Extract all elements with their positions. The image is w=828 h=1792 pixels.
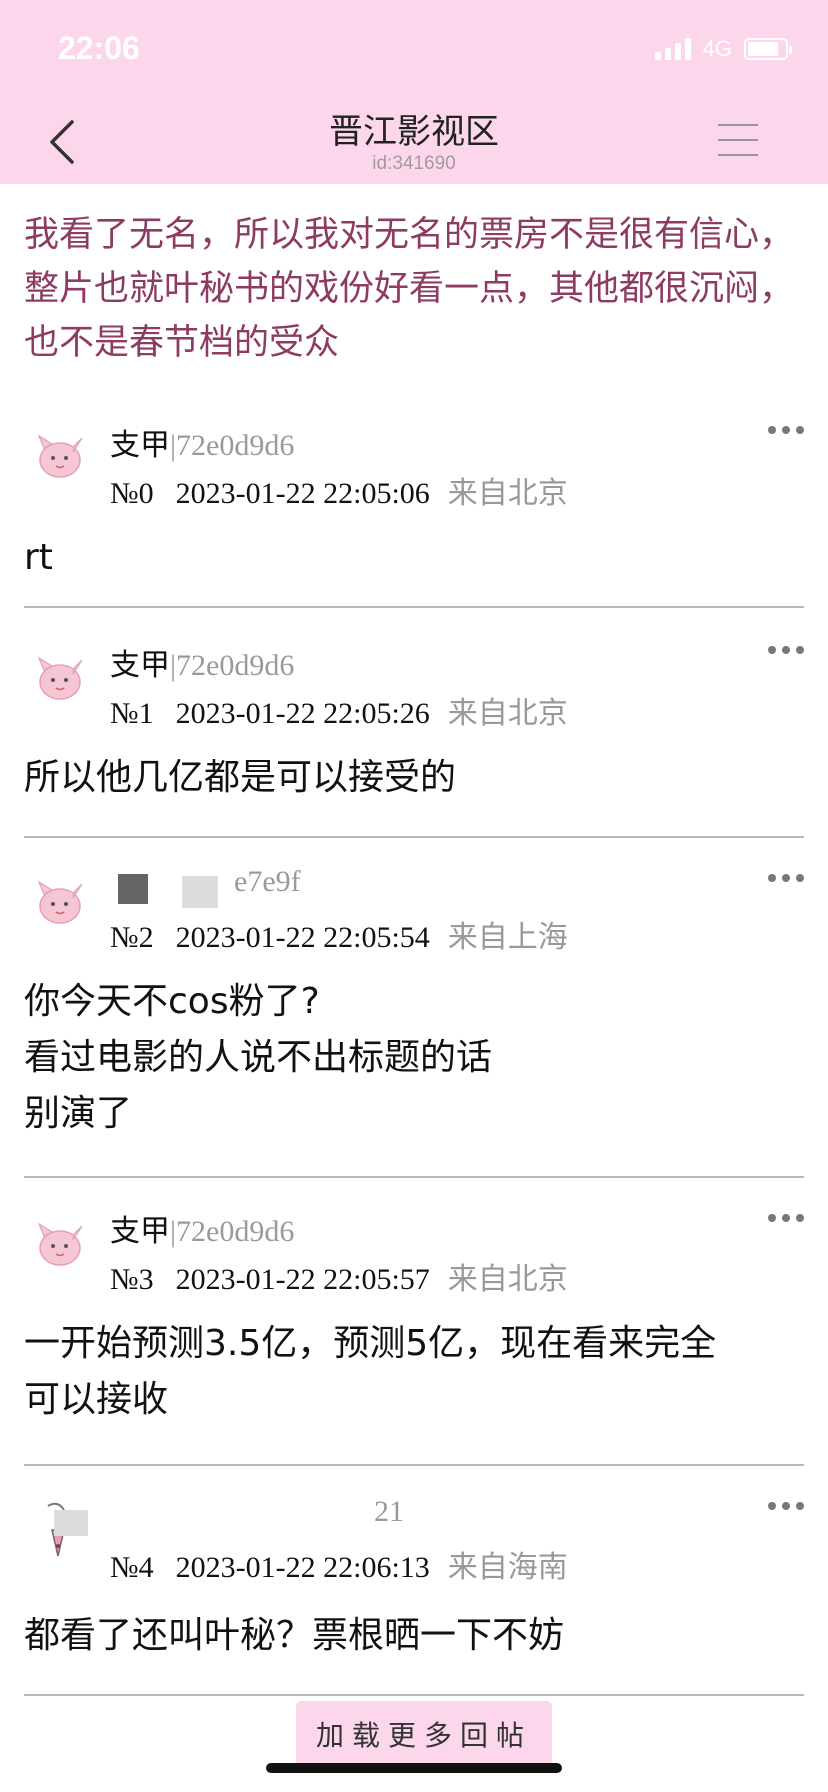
author-name: 支甲 bbox=[110, 648, 170, 683]
floor-number: №0 bbox=[110, 477, 154, 510]
header-bar: 22:06 4G 晋江影视区 id:341690 bbox=[0, 0, 828, 184]
redacted-block bbox=[54, 1510, 88, 1536]
author-name: 支甲 bbox=[110, 428, 170, 463]
more-icon[interactable] bbox=[768, 646, 804, 658]
reply-post: 21 №4 2023-01-22 22:06:13 来自海南 都看了还叫叶秘？票根晒… bbox=[24, 1466, 804, 1696]
more-icon[interactable] bbox=[768, 874, 804, 886]
post-line: 别演了 bbox=[24, 1093, 133, 1134]
post-location: 来自北京 bbox=[447, 696, 568, 731]
post-location: 来自北京 bbox=[447, 476, 568, 511]
post-author: 支甲|72e0d9d6 bbox=[110, 420, 294, 464]
redacted-block bbox=[118, 874, 148, 904]
post-author: 支甲|72e0d9d6 bbox=[110, 640, 294, 684]
post-author: e7e9f bbox=[234, 864, 301, 899]
more-icon[interactable] bbox=[768, 1214, 804, 1226]
post-time: 2023-01-22 22:05:06 bbox=[175, 477, 430, 510]
author-id: 72e0d9d6 bbox=[176, 1215, 295, 1248]
post-line: 看过电影的人说不出标题的话 bbox=[24, 1037, 493, 1078]
reply-post: 支甲|72e0d9d6 №1 2023-01-22 22:05:26 来自北京 所以… bbox=[24, 608, 804, 838]
reply-post: e7e9f №2 2023-01-22 22:05:54 来自上海 你今天不cos粉… bbox=[24, 838, 804, 1178]
page-title: 晋江影视区 bbox=[329, 112, 499, 152]
post-meta: №4 2023-01-22 22:06:13 来自海南 bbox=[110, 1542, 568, 1586]
load-more-button[interactable]: 加载更多回帖 bbox=[296, 1701, 552, 1771]
author-id: 72e0d9d6 bbox=[176, 649, 295, 682]
post-location: 来自北京 bbox=[447, 1262, 568, 1297]
post-author: 支甲|72e0d9d6 bbox=[110, 1206, 294, 1250]
post-line: 都看了还叫叶秘？票根晒一下不妨 bbox=[24, 1615, 565, 1656]
post-meta: №0 2023-01-22 22:05:06 来自北京 bbox=[110, 468, 568, 512]
floor-number: №4 bbox=[110, 1551, 154, 1584]
reply-post: 支甲|72e0d9d6 №3 2023-01-22 22:05:57 来自北京 一开… bbox=[24, 1178, 804, 1466]
post-body: rt bbox=[24, 530, 53, 586]
post-line: 可以接收 bbox=[24, 1379, 169, 1420]
post-line: 所以他几亿都是可以接受的 bbox=[24, 757, 457, 798]
status-time: 22:06 bbox=[58, 30, 140, 66]
avatar[interactable] bbox=[28, 644, 92, 708]
more-icon[interactable] bbox=[768, 426, 804, 438]
network-label: 4G bbox=[702, 36, 732, 61]
post-line: rt bbox=[24, 537, 53, 578]
redacted-block bbox=[182, 876, 218, 908]
post-meta: №1 2023-01-22 22:05:26 来自北京 bbox=[110, 688, 568, 732]
post-meta: №2 2023-01-22 22:05:54 来自上海 bbox=[110, 912, 568, 956]
post-location: 来自海南 bbox=[447, 1550, 568, 1585]
post-meta: №3 2023-01-22 22:05:57 来自北京 bbox=[110, 1254, 568, 1298]
post-line: 你今天不cos粉了? bbox=[24, 981, 320, 1022]
avatar[interactable] bbox=[28, 868, 92, 932]
post-time: 2023-01-22 22:05:54 bbox=[175, 921, 430, 954]
page-id: id:341690 bbox=[372, 153, 456, 174]
author-id: 72e0d9d6 bbox=[176, 429, 295, 462]
post-location: 来自上海 bbox=[447, 920, 568, 955]
post-body: 都看了还叫叶秘？票根晒一下不妨 bbox=[24, 1608, 564, 1664]
status-indicators: 4G bbox=[654, 36, 792, 62]
post-time: 2023-01-22 22:05:57 bbox=[175, 1263, 430, 1296]
author-name: 支甲 bbox=[110, 1214, 170, 1249]
post-body: 所以他几亿都是可以接受的 bbox=[24, 750, 456, 806]
author-id: e7e9f bbox=[234, 865, 301, 898]
avatar[interactable] bbox=[28, 1210, 92, 1274]
topic-text: 我看了无名，所以我对无名的票房不是很有信心，整片也就叶秘书的戏份好看一点，其他都… bbox=[24, 215, 795, 363]
post-body: 你今天不cos粉了? 看过电影的人说不出标题的话 别演了 bbox=[24, 974, 492, 1142]
reply-post: 支甲|72e0d9d6 №0 2023-01-22 22:05:06 来自北京 rt bbox=[24, 400, 804, 608]
floor-number: №3 bbox=[110, 1263, 154, 1296]
battery-icon bbox=[744, 38, 792, 60]
avatar[interactable] bbox=[28, 422, 92, 486]
post-time: 2023-01-22 22:06:13 bbox=[175, 1551, 430, 1584]
post-time: 2023-01-22 22:05:26 bbox=[175, 697, 430, 730]
author-id: 21 bbox=[374, 1495, 404, 1528]
menu-icon[interactable] bbox=[718, 124, 758, 156]
post-line: 一开始预测3.5亿，预测5亿，现在看来完全 bbox=[24, 1323, 717, 1364]
more-icon[interactable] bbox=[768, 1502, 804, 1514]
post-body: 一开始预测3.5亿，预测5亿，现在看来完全 可以接收 bbox=[24, 1316, 716, 1428]
post-author: 21 bbox=[374, 1494, 404, 1529]
floor-number: №2 bbox=[110, 921, 154, 954]
home-indicator[interactable] bbox=[266, 1763, 562, 1773]
signal-icon bbox=[654, 38, 691, 60]
floor-number: №1 bbox=[110, 697, 154, 730]
